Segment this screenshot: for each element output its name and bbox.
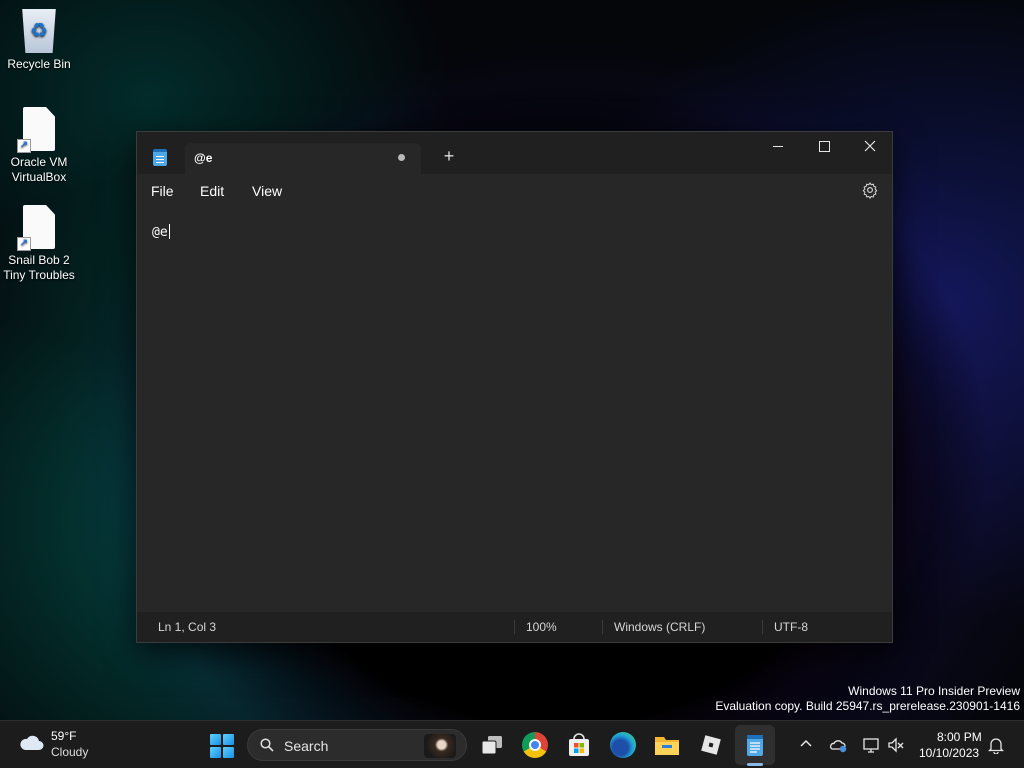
cursor-position[interactable]: Ln 1, Col 3 [158,620,216,634]
network-icon[interactable] [862,736,880,754]
status-bar: Ln 1, Col 3 100% Windows (CRLF) UTF-8 [137,612,892,642]
menu-edit[interactable]: Edit [200,183,224,199]
weather-condition: Cloudy [51,745,89,759]
folder-icon [655,737,679,755]
status-divider [762,620,763,634]
plus-icon: + [443,146,455,166]
title-bar[interactable]: @e + [137,132,892,174]
onedrive-icon[interactable] [829,736,847,754]
new-tab-button[interactable]: + [439,146,459,168]
text-caret [168,224,170,239]
editor-content: @e [152,225,168,240]
task-view-button[interactable] [479,732,505,758]
tab-title: @e [194,151,213,165]
desktop-icon-label: Snail Bob 2 Tiny Troubles [3,253,75,282]
zoom-level[interactable]: 100% [526,620,557,634]
watermark-line-1: Windows 11 Pro Insider Preview [848,684,1020,698]
status-divider [514,620,515,634]
start-button[interactable] [210,734,234,758]
active-app-indicator [747,763,763,766]
watermark-line-2: Evaluation copy. Build 25947.rs_prerelea… [715,699,1020,713]
menu-view[interactable]: View [252,183,282,199]
chrome-button[interactable] [522,732,548,758]
line-ending[interactable]: Windows (CRLF) [614,620,705,634]
file-explorer-button[interactable] [654,732,680,758]
close-icon [864,140,876,152]
unsaved-dot-icon[interactable] [398,154,405,161]
shortcut-arrow-icon: ↗ [17,237,31,251]
desktop-icon-virtualbox[interactable]: ↗ Oracle VM VirtualBox [0,107,78,185]
minimize-button[interactable] [755,132,801,162]
taskbar: 59°F Cloudy Search 8:00 PM 10/10/2023 [0,720,1024,768]
roblox-button[interactable] [698,732,724,758]
search-highlight-image [424,734,456,758]
desktop-icon-label: Oracle VM VirtualBox [10,155,68,184]
maximize-button[interactable] [801,132,847,162]
menu-file[interactable]: File [151,183,174,199]
search-icon [260,738,274,752]
menu-bar: File Edit View [137,174,892,206]
edge-button[interactable] [610,732,636,758]
speaker-muted-icon[interactable] [887,736,905,754]
close-button[interactable] [847,132,893,162]
task-view-icon [481,736,502,755]
clock-time[interactable]: 8:00 PM [937,730,982,744]
desktop-icon-label: Recycle Bin [7,57,71,71]
roblox-icon [701,735,721,755]
search-label: Search [284,738,329,754]
desktop-icon-snail-bob[interactable]: ↗ Snail Bob 2 Tiny Troubles [0,205,78,283]
tab-document[interactable]: @e [185,143,421,174]
notepad-taskbar-button[interactable] [742,732,768,758]
cloud-icon [20,735,44,750]
clock-date[interactable]: 10/10/2023 [919,746,979,760]
notepad-window: @e + File Edit View @e Ln 1, Col 3 100% … [136,131,893,643]
text-editor[interactable]: @e [137,206,892,614]
desktop-icon-recycle-bin[interactable]: ♻ Recycle Bin [0,9,78,72]
chevron-up-icon[interactable] [799,737,813,751]
taskbar-search[interactable]: Search [247,729,467,761]
notepad-icon [747,735,763,756]
microsoft-store-button[interactable] [566,732,592,758]
store-icon [569,733,589,756]
notepad-icon [153,149,167,166]
recycle-bin-icon: ♻ [22,9,56,53]
gear-icon[interactable] [861,181,879,199]
evaluation-watermark: Windows 11 Pro Insider Preview Evaluatio… [715,684,1020,714]
weather-temperature: 59°F [51,729,77,743]
encoding[interactable]: UTF-8 [774,620,808,634]
shortcut-arrow-icon: ↗ [17,139,31,153]
status-divider [602,620,603,634]
notification-bell-icon[interactable] [988,736,1004,754]
windows-logo-icon [210,734,221,745]
